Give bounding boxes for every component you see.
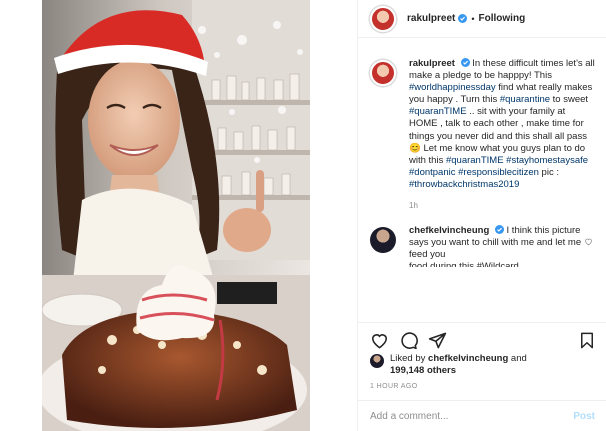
add-comment-input[interactable] bbox=[370, 410, 560, 422]
author-username[interactable]: rakulpreet bbox=[407, 13, 455, 24]
post-header: rakulpreet • Following bbox=[358, 0, 606, 38]
heart-icon[interactable] bbox=[370, 331, 389, 350]
header-separator: • bbox=[471, 13, 475, 24]
action-icons bbox=[370, 331, 595, 351]
send-icon[interactable] bbox=[428, 331, 447, 350]
caption-hashtag[interactable]: #quaranTIME bbox=[409, 106, 467, 117]
likes-and-label: and bbox=[510, 353, 527, 364]
liked-by-username[interactable]: chefkelvincheung bbox=[428, 353, 508, 364]
instagram-post-view: rakulpreet • Following rakulpreet In the… bbox=[0, 0, 606, 431]
caption-hashtag[interactable]: #worldhappinessday bbox=[409, 82, 496, 93]
commenter-avatar[interactable] bbox=[370, 227, 396, 254]
caption-author-avatar[interactable] bbox=[370, 60, 396, 86]
comments-section: rakulpreet In these difficult times let'… bbox=[358, 58, 606, 320]
comment-item: chefkelvincheung I think this picture sa… bbox=[358, 225, 606, 267]
liker-avatar[interactable] bbox=[370, 354, 384, 368]
caption-hashtag[interactable]: #dontpanic bbox=[409, 167, 455, 178]
caption-hashtag[interactable]: #quaranTIME bbox=[446, 155, 504, 166]
commenter-username[interactable]: chefkelvincheung bbox=[409, 225, 489, 236]
caption-text-segment: to sweet bbox=[550, 94, 589, 106]
caption-body: rakulpreet In these difficult times let'… bbox=[409, 58, 595, 212]
caption-hashtag[interactable]: #throwbackchristmas2019 bbox=[409, 179, 519, 190]
caption-hashtag[interactable]: #stayhomestaysafe bbox=[506, 155, 588, 166]
caption-hashtag[interactable]: #responsiblecitizen bbox=[458, 167, 539, 178]
likes-text: Liked by chefkelvincheung and 199,148 ot… bbox=[390, 353, 580, 377]
verified-badge-icon bbox=[460, 58, 470, 67]
liked-by-label: Liked by bbox=[390, 353, 426, 364]
following-button[interactable]: Following bbox=[479, 13, 526, 24]
verified-badge-icon bbox=[458, 14, 468, 23]
verified-badge-icon bbox=[494, 225, 504, 235]
post-comment-button[interactable]: Post bbox=[573, 411, 595, 422]
comment-text-cut: food during this #Wildcard bbox=[409, 261, 519, 268]
caption-hashtag[interactable]: #quarantine bbox=[500, 94, 550, 105]
post-photo[interactable] bbox=[42, 0, 310, 431]
likes-summary: Liked by chefkelvincheung and 199,148 ot… bbox=[370, 353, 580, 377]
bookmark-icon[interactable] bbox=[578, 331, 596, 350]
add-comment-bar: Post bbox=[358, 400, 606, 431]
likes-others-count[interactable]: 199,148 others bbox=[390, 365, 456, 376]
comment-icon[interactable] bbox=[399, 331, 418, 350]
comment-like-heart-icon[interactable] bbox=[584, 237, 593, 246]
post-side-panel: rakulpreet • Following rakulpreet In the… bbox=[357, 0, 606, 431]
caption-username[interactable]: rakulpreet bbox=[409, 58, 455, 69]
author-avatar[interactable] bbox=[370, 5, 396, 32]
caption-text-segment: pic : bbox=[538, 166, 559, 178]
caption-text: In these difficult times let's all make … bbox=[409, 58, 595, 190]
caption-comment: rakulpreet In these difficult times let'… bbox=[358, 58, 606, 212]
post-timestamp[interactable]: 1 HOUR AGO bbox=[370, 383, 418, 390]
post-image bbox=[42, 0, 310, 431]
caption-time[interactable]: 1h bbox=[409, 200, 595, 212]
comment-body: chefkelvincheung I think this picture sa… bbox=[409, 225, 589, 267]
